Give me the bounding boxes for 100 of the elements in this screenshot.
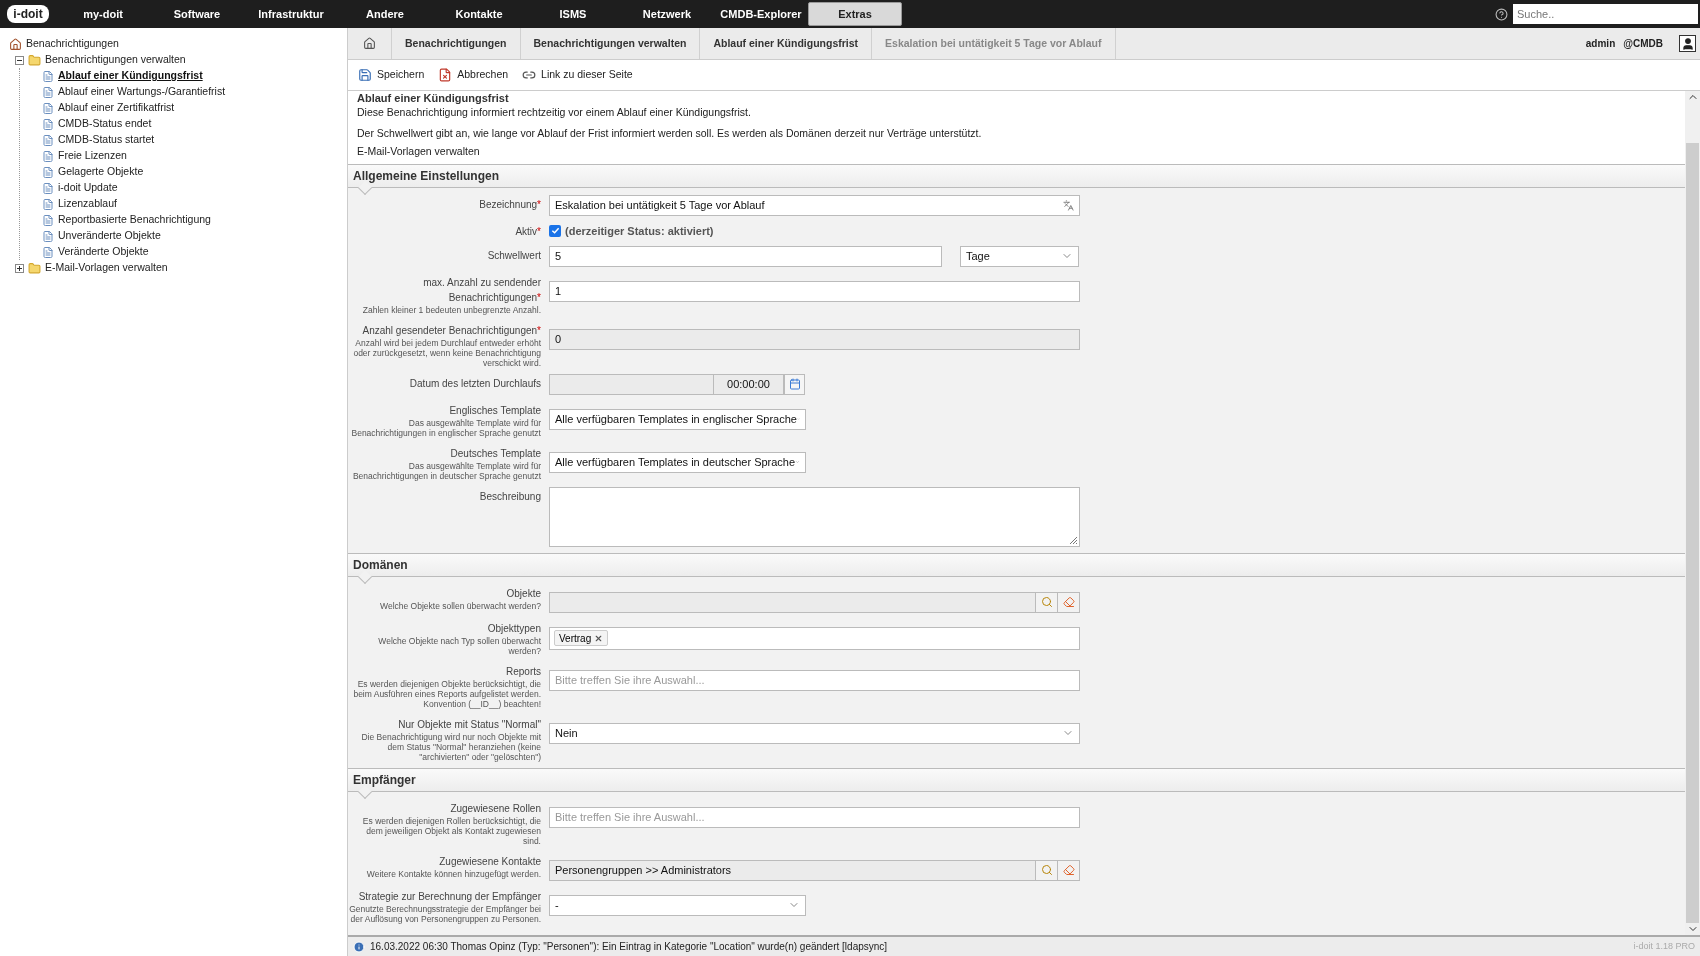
object-browser-field[interactable]: Personengruppen >> Administrators <box>549 859 1036 881</box>
page-icon <box>42 149 54 163</box>
page-icon <box>42 117 54 131</box>
field-hint: Das ausgewählte Template wird für Benachrichtigungen in englischer Sprache genutzt <box>350 417 541 438</box>
tag-chip: Vertrag <box>554 630 609 647</box>
nav-tab[interactable]: ISMS <box>526 2 620 26</box>
logo[interactable]: i-doit <box>7 5 49 23</box>
search-field[interactable]: Suche.. <box>1513 4 1698 24</box>
tree-item[interactable]: Reportbasierte Benachrichtigung <box>58 212 211 228</box>
search-icon <box>1040 596 1053 609</box>
page-icon <box>42 181 54 195</box>
toolbar-button[interactable]: Speichern <box>358 67 425 83</box>
search-button[interactable] <box>1036 591 1058 613</box>
tree-item[interactable]: CMDB-Status endet <box>58 116 152 132</box>
field-hint: Weitere Kontakte können hinzugefügt werden. <box>366 868 541 879</box>
field-hint: Anzahl wird bei jedem Durchlauf entweder erhöht oder zurückgesetzt, wenn keine Benachrichtigung verschickt wird. <box>352 337 541 368</box>
object-browser-field[interactable] <box>549 591 1036 613</box>
expand-toggle[interactable] <box>15 55 24 65</box>
toolbar-button[interactable]: Abbrechen <box>438 67 509 83</box>
scrollbar[interactable] <box>1685 91 1700 935</box>
tree-item[interactable]: Benachrichtigungen <box>26 36 119 52</box>
field-label: Zugewiesene Rollen <box>450 801 541 816</box>
nav-tab[interactable]: CMDB-Explorer <box>714 2 808 26</box>
input-field[interactable]: Eskalation bei untätigkeit 5 Tage vor Ablauf <box>549 194 1080 216</box>
calendar-button[interactable] <box>784 373 805 395</box>
page-icon <box>42 101 54 115</box>
info-icon <box>353 940 365 953</box>
field-label: Strategie zur Berechnung der Empfänger <box>358 889 541 904</box>
field-label: Objekte <box>506 586 541 601</box>
checkbox[interactable] <box>549 224 561 237</box>
unit-select[interactable]: Tage <box>960 245 1079 267</box>
nav-tab[interactable]: Andere <box>338 2 432 26</box>
field-label: Nur Objekte mit Status "Normal" <box>398 717 541 732</box>
link-icon <box>522 68 537 82</box>
eraser-icon <box>1062 596 1075 609</box>
nav-tab[interactable]: Netzwerk <box>620 2 714 26</box>
home-icon <box>9 37 22 51</box>
field-hint: Welche Objekte sollen überwacht werden? <box>380 600 541 611</box>
tree-item[interactable]: Ablauf einer Kündigungsfrist <box>58 68 203 84</box>
select-field[interactable]: Alle verfügbaren Templates in englischer Sprache <box>549 408 806 430</box>
input-field[interactable]: 5 <box>549 245 942 267</box>
user-button[interactable] <box>1679 35 1696 52</box>
time-field[interactable]: 00:00:00 <box>714 373 784 395</box>
page-heading: Ablauf einer Kündigungsfrist <box>357 91 510 105</box>
tree-item[interactable]: Lizenzablauf <box>58 196 117 212</box>
tree-item[interactable]: Benachrichtigungen verwalten <box>45 52 186 68</box>
field-label: Aktiv* <box>515 224 541 239</box>
select-field[interactable]: Nein <box>549 722 1080 744</box>
field-hint: Das ausgewählte Template wird für Benachrichtigungen in deutscher Sprache genutzt <box>351 460 541 481</box>
tag-input-field[interactable]: Vertrag <box>549 626 1080 650</box>
expand-toggle[interactable] <box>15 263 24 273</box>
tree-item[interactable]: CMDB-Status startet <box>58 132 155 148</box>
breadcrumb-item[interactable]: Benachrichtigungen <box>392 28 521 59</box>
toolbar-button[interactable]: Link zu dieser Seite <box>522 67 633 83</box>
nav-tab[interactable]: Software <box>150 2 244 26</box>
nav-tab[interactable]: Infrastruktur <box>244 2 338 26</box>
nav-tab[interactable]: Kontakte <box>432 2 526 26</box>
section-title: Empfänger <box>353 771 416 789</box>
tree-item[interactable]: Freie Lizenzen <box>58 148 127 164</box>
field-hint: Genutzte Berechnungsstrategie der Empfänger bei der Auflösung von Personengruppen zu Personen. <box>348 903 541 924</box>
input-field[interactable]: Bitte treffen Sie ihre Auswahl... <box>549 669 1080 691</box>
select-field[interactable]: Alle verfügbaren Templates in deutscher Sprache <box>549 451 806 473</box>
page-icon <box>42 85 54 99</box>
field-label: Bezeichnung* <box>479 197 541 212</box>
input-field[interactable]: 1 <box>549 280 1080 302</box>
detach-button[interactable] <box>1058 591 1080 613</box>
field-hint: Es werden diejenigen Rollen berücksichtigt, die dem jeweiligen Objekt als Kontakt zugewiesen sind. <box>361 815 541 846</box>
email-templates-link[interactable]: E-Mail-Vorlagen verwalten <box>357 144 1676 160</box>
scrollbar-thumb[interactable] <box>1686 143 1699 923</box>
field-label: Zugewiesene Kontakte <box>439 854 541 869</box>
field-label: Schwellwert <box>487 248 541 263</box>
detach-button[interactable] <box>1058 859 1080 881</box>
search-button[interactable] <box>1036 859 1058 881</box>
nav-tab[interactable]: my-doit <box>56 2 150 26</box>
search-icon <box>1040 864 1053 877</box>
tree-item[interactable]: E-Mail-Vorlagen verwalten <box>45 260 168 276</box>
field-label: max. Anzahl zu sendender Benachrichtigungen* <box>422 275 541 305</box>
tree-item[interactable]: Ablauf einer Zertifikatfrist <box>58 100 175 116</box>
tree-item[interactable]: Unveränderte Objekte <box>58 228 161 244</box>
version-label: i-doit 1.18 PRO <box>1633 939 1695 953</box>
breadcrumb-item: Eskalation bei untätigkeit 5 Tage vor Ablauf <box>872 28 1116 59</box>
tree-item[interactable]: i-doit Update <box>58 180 118 196</box>
field-hint: Die Benachrichtigung wird nur noch Objekte mit dem Status "Normal" heranziehen (keine "archivierten" oder "gelöschten") <box>360 731 541 762</box>
description-text: Diese Benachrichtigung informiert rechtzeitig vor einem Ablauf einer Kündigungsfrist. <box>357 105 752 119</box>
tree-item[interactable]: Gelagerte Objekte <box>58 164 144 180</box>
help-icon[interactable] <box>1495 7 1508 21</box>
breadcrumb-item[interactable]: Benachrichtigungen verwalten <box>520 28 701 59</box>
resize-grip-icon <box>1068 534 1078 545</box>
breadcrumb-item[interactable]: Ablauf einer Kündigungsfrist <box>700 28 873 59</box>
field-hint: Welche Objekte nach Typ sollen überwacht werden? <box>377 635 541 656</box>
nav-tab[interactable]: Extras <box>808 2 902 26</box>
section-title: Domänen <box>353 556 408 574</box>
select-field[interactable]: - <box>549 894 806 916</box>
input-field[interactable]: Bitte treffen Sie ihre Auswahl... <box>549 806 1080 828</box>
tree-item[interactable]: Veränderte Objekte <box>58 244 149 260</box>
text-area[interactable] <box>549 486 1080 547</box>
field-label: Englisches Template <box>449 403 541 418</box>
field-label: Datum des letzten Durchlaufs <box>409 376 541 391</box>
tree-item[interactable]: Ablauf einer Wartungs-/Garantiefrist <box>58 84 226 100</box>
remove-icon[interactable] <box>594 633 604 643</box>
